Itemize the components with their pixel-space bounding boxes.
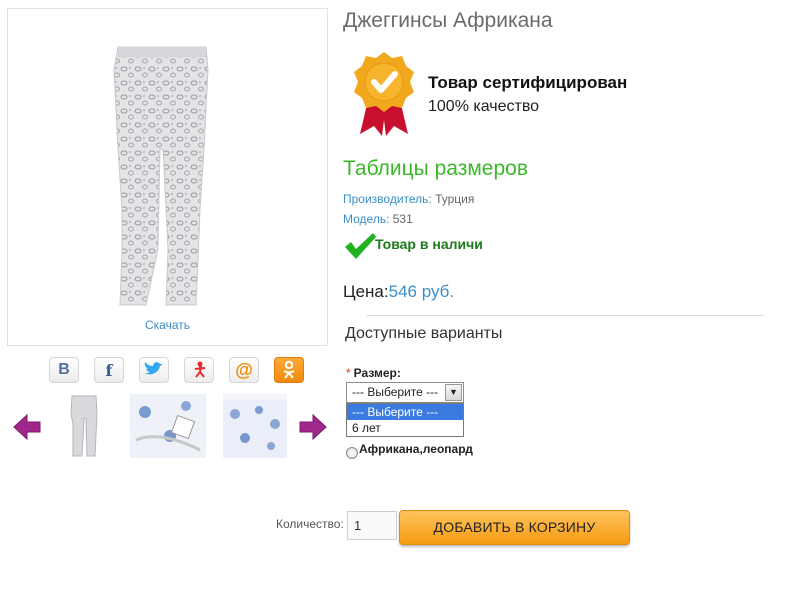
certificate-subtitle: 100% качество xyxy=(428,98,540,115)
facebook-icon[interactable]: f xyxy=(94,357,124,383)
model-row: Модель: 531 xyxy=(343,212,413,226)
odnoklassniki-icon[interactable] xyxy=(184,357,214,383)
required-mark: * xyxy=(346,366,351,380)
vk-icon[interactable]: B xyxy=(49,357,79,383)
twitter-bird-icon xyxy=(144,362,163,375)
quantity-label: Количество: xyxy=(276,517,344,531)
size-option[interactable]: --- Выберите --- xyxy=(347,404,463,420)
price-label: Цена: xyxy=(343,282,389,301)
size-dropdown-list: --- Выберите --- 6 лет xyxy=(346,403,464,437)
size-chart-link[interactable]: Таблицы размеров xyxy=(343,157,528,181)
color-radio-label: Африкана,леопард xyxy=(359,442,473,456)
size-label: * Размер: xyxy=(346,366,401,380)
add-to-cart-button[interactable]: ДОБАВИТЬ В КОРЗИНУ xyxy=(399,510,630,545)
certificate-title: Товар сертифицирован xyxy=(428,73,628,92)
thumb-next-arrow-icon[interactable] xyxy=(299,414,327,440)
mailru-icon[interactable]: @ xyxy=(229,357,259,383)
thumb-prev-arrow-icon[interactable] xyxy=(13,414,41,440)
size-select[interactable]: --- Выберите --- ▼ xyxy=(346,382,464,403)
model-label: Модель: xyxy=(343,212,390,226)
size-select-value: --- Выберите --- xyxy=(352,385,439,399)
thumbnail-1[interactable] xyxy=(62,394,108,458)
stock-status: Товар в наличи xyxy=(375,236,483,252)
manufacturer-row: Производитель: Турция xyxy=(343,192,474,206)
ok-icon[interactable] xyxy=(274,357,304,383)
section-divider xyxy=(366,315,764,316)
price-row: Цена:546 руб. xyxy=(343,282,454,302)
chevron-down-icon[interactable]: ▼ xyxy=(445,384,462,401)
odnoklassniki-figure-icon xyxy=(194,361,206,378)
vk-icon-letter: B xyxy=(58,361,70,378)
thumbnail-3[interactable] xyxy=(223,394,287,458)
mailru-icon-symbol: @ xyxy=(235,359,253,380)
download-link[interactable]: Скачать xyxy=(7,318,328,332)
color-radio[interactable] xyxy=(346,447,358,459)
size-option[interactable]: 6 лет xyxy=(347,420,463,436)
size-label-text: Размер: xyxy=(353,366,401,380)
thumbnail-2[interactable] xyxy=(130,394,206,458)
variants-heading: Доступные варианты xyxy=(345,325,503,342)
product-title: Джеггинсы Африкана xyxy=(343,9,553,32)
manufacturer-value: Турция xyxy=(435,192,475,206)
product-image xyxy=(113,46,209,306)
in-stock-check-icon xyxy=(345,233,376,259)
certificate-badge-icon xyxy=(354,52,414,136)
facebook-icon-letter: f xyxy=(105,360,113,380)
price-value: 546 руб. xyxy=(388,282,455,301)
product-image-box[interactable] xyxy=(7,8,328,346)
quantity-input[interactable] xyxy=(347,511,397,540)
manufacturer-label[interactable]: Производитель: xyxy=(343,192,432,206)
twitter-icon[interactable] xyxy=(139,357,169,383)
ok-logo-icon xyxy=(283,360,295,379)
model-value: 531 xyxy=(392,212,413,226)
